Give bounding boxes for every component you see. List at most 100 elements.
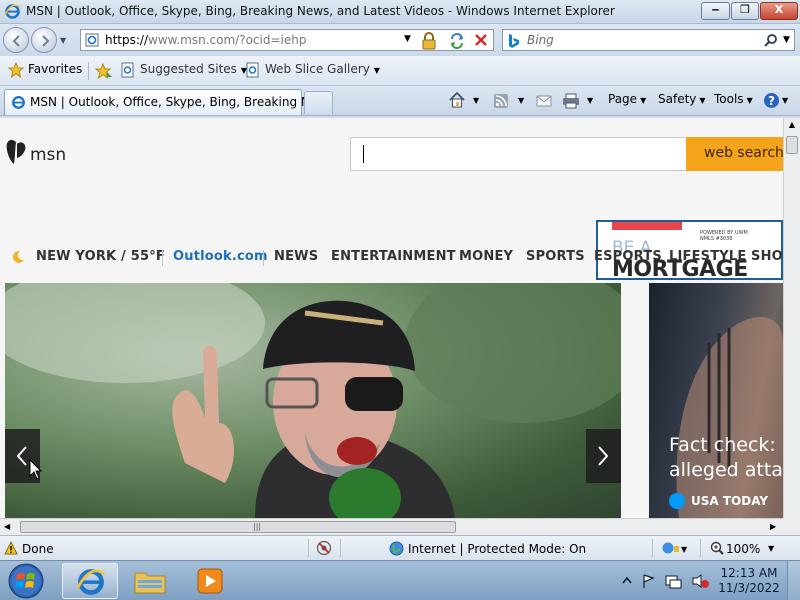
nav-money[interactable]: MONEY <box>459 249 513 264</box>
protected-mode-icon[interactable]: ▼ <box>662 541 688 555</box>
feeds-icon[interactable] <box>493 93 509 109</box>
outlook-link[interactable]: Outlook.com <box>173 249 268 264</box>
back-button[interactable] <box>3 27 29 53</box>
windows-taskbar: 12:13 AM 11/3/2022 <box>0 560 800 600</box>
taskbar-internet-explorer[interactable] <box>62 563 118 599</box>
minimize-button[interactable]: ‒ <box>701 2 730 20</box>
mouse-cursor-icon <box>29 459 43 480</box>
window-title-bar[interactable]: MSN | Outlook, Office, Skype, Bing, Brea… <box>0 0 800 24</box>
nav-news[interactable]: NEWS <box>274 249 318 264</box>
home-dropdown[interactable]: ▼ <box>473 96 479 105</box>
weather-link[interactable]: NEW YORK / 55°F <box>36 249 165 264</box>
zoom-level[interactable]: 100% <box>726 542 760 556</box>
feeds-dropdown[interactable]: ▼ <box>518 96 524 105</box>
window-title: MSN | Outlook, Office, Skype, Bing, Brea… <box>26 4 615 18</box>
recent-pages-dropdown[interactable]: ▼ <box>60 36 66 45</box>
safety-menu[interactable]: Safety ▼ <box>658 92 706 106</box>
security-zone-text[interactable]: Internet | Protected Mode: On <box>408 542 586 556</box>
print-icon[interactable] <box>562 93 580 109</box>
search-icon[interactable] <box>764 33 778 47</box>
favorites-button[interactable]: Favorites <box>8 62 82 78</box>
scroll-up-icon[interactable]: ▲ <box>786 120 798 132</box>
status-bar: Done Internet | Protected Mode: On ▼ 100… <box>0 535 800 560</box>
address-dropdown-icon[interactable]: ▼ <box>404 34 411 44</box>
tab-msn[interactable]: MSN | Outlook, Office, Skype, Bing, Brea… <box>4 89 329 115</box>
system-tray-icons[interactable] <box>619 573 709 589</box>
home-icon[interactable] <box>448 91 466 109</box>
privacy-eye-icon[interactable] <box>316 540 332 556</box>
news-card-headline[interactable]: Fact check: P alleged attac <box>669 433 783 483</box>
close-window-button[interactable]: X <box>760 2 798 20</box>
print-dropdown[interactable]: ▼ <box>587 96 593 105</box>
chevron-right-icon <box>598 446 609 466</box>
status-text: Done <box>22 542 54 556</box>
taskbar-media-player[interactable] <box>182 563 238 599</box>
nav-separator <box>162 250 163 266</box>
nav-separator <box>263 250 264 266</box>
zoom-dropdown[interactable]: ▼ <box>768 544 774 553</box>
page-icon <box>246 62 259 78</box>
web-page-viewport: msn web search POWERED BY UWM NMLS #3038… <box>0 118 783 518</box>
read-mail-icon[interactable] <box>536 95 552 107</box>
forward-button[interactable] <box>31 27 57 53</box>
scroll-right-icon[interactable]: ▶ <box>770 522 776 531</box>
msn-butterfly-logo-icon[interactable] <box>5 138 27 166</box>
web-slice-gallery-link[interactable]: Web Slice Gallery ▼ <box>245 62 380 78</box>
tools-menu[interactable]: Tools ▼ <box>714 92 753 106</box>
horizontal-scroll-thumb[interactable]: ||| <box>20 521 456 533</box>
media-player-icon <box>197 568 223 594</box>
search-box[interactable]: Bing ▼ <box>502 29 795 51</box>
zoom-icon[interactable] <box>710 541 724 555</box>
page-icon <box>121 62 134 78</box>
status-separator <box>700 539 701 557</box>
vertical-scrollbar[interactable]: ▲ <box>783 118 800 518</box>
system-clock[interactable]: 12:13 AM 11/3/2022 <box>714 566 784 596</box>
stop-icon[interactable] <box>474 33 488 47</box>
svg-text:?: ? <box>768 94 775 108</box>
refresh-icon[interactable] <box>449 33 465 49</box>
lock-icon[interactable] <box>421 32 437 50</box>
msn-search-input[interactable] <box>350 137 687 171</box>
address-bar[interactable]: https://www.msn.com/?ocid=iehp ▼ <box>80 29 494 51</box>
web-search-button[interactable]: web search <box>686 137 783 171</box>
nav-esports[interactable]: ESPORTS <box>594 249 662 264</box>
page-icon <box>85 33 99 47</box>
favorites-star-icon <box>8 62 24 78</box>
new-tab-button[interactable] <box>304 91 333 114</box>
tab-title: MSN | Outlook, Office, Skype, Bing, Brea… <box>30 95 329 109</box>
nav-shopping[interactable]: SHO <box>751 249 783 264</box>
globe-icon <box>389 541 404 556</box>
text-caret <box>363 145 364 163</box>
nav-lifestyle[interactable]: LIFESTYLE <box>669 249 747 264</box>
minimize-icon: ‒ <box>711 3 720 16</box>
start-button-icon[interactable] <box>5 562 47 600</box>
favorites-separator <box>88 62 89 80</box>
suggested-sites-link[interactable]: Suggested Sites ▼ <box>120 62 247 78</box>
horizontal-scrollbar[interactable]: ◀ ||| ▶ <box>0 518 783 535</box>
help-icon[interactable]: ? <box>763 92 780 109</box>
news-card[interactable]: Fact check: P alleged attac USA TODAY <box>649 283 783 518</box>
scroll-left-icon[interactable]: ◀ <box>4 522 10 531</box>
internet-explorer-icon <box>4 4 21 19</box>
search-options-dropdown[interactable]: ▼ <box>783 35 790 45</box>
vertical-scroll-thumb[interactable] <box>786 136 798 154</box>
add-to-favorites-bar-icon[interactable] <box>95 63 113 79</box>
url-text[interactable]: https://www.msn.com/?ocid=iehp <box>105 33 306 47</box>
search-placeholder: Bing <box>527 33 554 47</box>
maximize-button[interactable]: ❐ <box>731 2 759 20</box>
msn-logo-text[interactable]: msn <box>30 145 66 165</box>
scrollbar-corner <box>783 518 800 535</box>
nav-sports[interactable]: SPORTS <box>526 249 585 264</box>
hero-photo <box>5 283 621 518</box>
page-menu[interactable]: Page ▼ <box>608 92 646 106</box>
hero-carousel-image[interactable] <box>5 283 621 518</box>
nav-entertainment[interactable]: ENTERTAINMENT <box>331 249 456 264</box>
status-separator <box>652 539 653 557</box>
taskbar-windows-explorer[interactable] <box>122 563 178 599</box>
internet-explorer-icon <box>76 569 106 595</box>
help-dropdown[interactable]: ▼ <box>782 96 788 105</box>
show-desktop-button[interactable] <box>787 561 800 600</box>
status-separator <box>308 539 309 557</box>
tab-command-bar: MSN | Outlook, Office, Skype, Bing, Brea… <box>0 86 800 116</box>
carousel-next-button[interactable] <box>586 429 621 483</box>
